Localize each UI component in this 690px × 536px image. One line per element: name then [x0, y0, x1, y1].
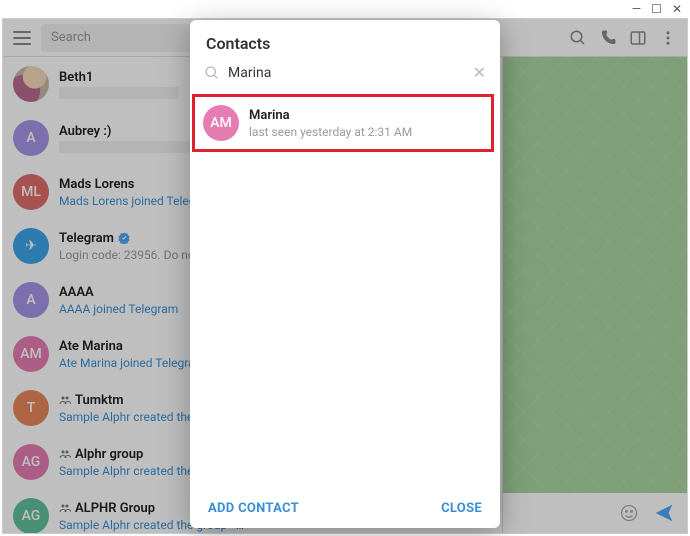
modal-footer: ADD CONTACT CLOSE [190, 489, 500, 528]
contact-name: Marina [249, 108, 412, 123]
close-window-button[interactable]: ✕ [672, 2, 682, 16]
minimize-button[interactable]: — [632, 2, 641, 16]
contacts-modal: Contacts ✕ AM Marina last seen yesterday… [190, 20, 500, 528]
contact-status: last seen yesterday at 2:31 AM [249, 125, 412, 139]
close-modal-button[interactable]: CLOSE [441, 501, 482, 516]
search-icon [204, 65, 220, 81]
contacts-result-list: AM Marina last seen yesterday at 2:31 AM [190, 92, 500, 489]
contacts-search-input[interactable] [228, 65, 465, 81]
contact-meta: Marina last seen yesterday at 2:31 AM [249, 108, 412, 139]
add-contact-button[interactable]: ADD CONTACT [208, 501, 299, 516]
contact-result[interactable]: AM Marina last seen yesterday at 2:31 AM [192, 94, 494, 152]
modal-title: Contacts [190, 20, 500, 63]
contact-avatar: AM [203, 105, 239, 141]
window-controls: — ☐ ✕ [624, 0, 690, 18]
clear-search-icon[interactable]: ✕ [473, 63, 486, 82]
maximize-button[interactable]: ☐ [651, 2, 662, 16]
modal-search-row: ✕ [190, 63, 500, 92]
